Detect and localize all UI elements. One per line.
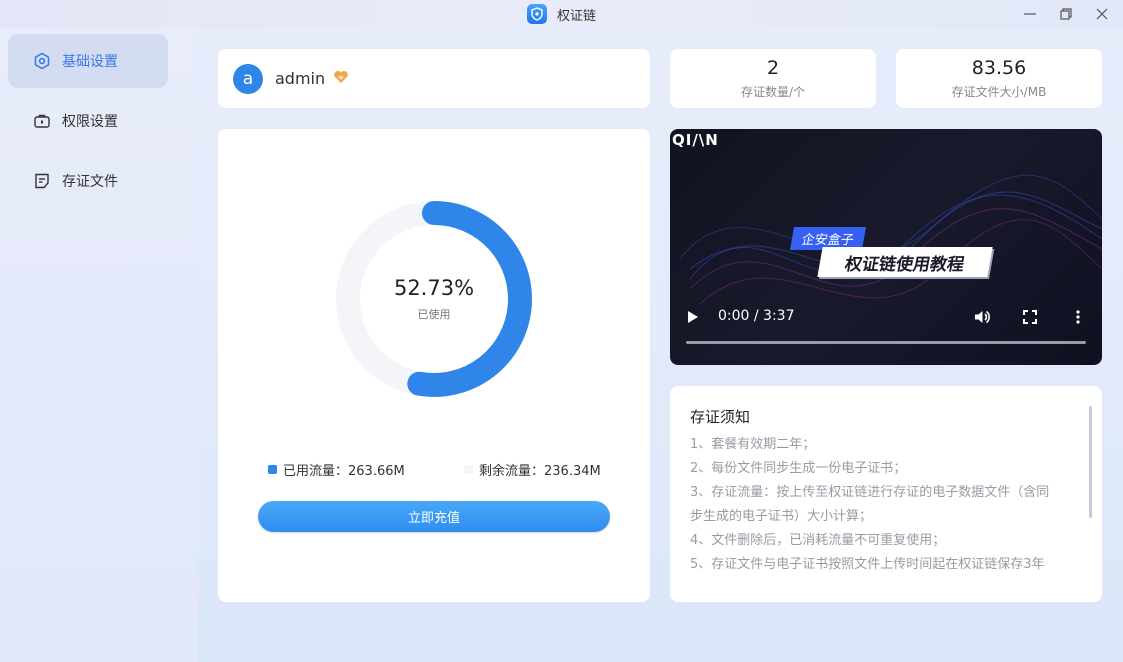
legend-swatch-remaining — [464, 465, 473, 474]
more-options-icon[interactable] — [1070, 309, 1086, 325]
legend-swatch-used — [268, 465, 277, 474]
notice-item: 4、文件删除后，已消耗流量不可重复使用； — [690, 533, 946, 548]
stat-card-evidence-count: 2 存证数量/个 — [670, 49, 876, 108]
notice-card: 存证须知 1、套餐有效期二年； 2、每份文件同步生成一份电子证书； 3、存证流量… — [670, 386, 1102, 602]
shield-app-icon — [526, 4, 547, 24]
tutorial-video-player[interactable]: QI/\N 企安盒子 权证链使用教程 0:00 / 3:37 — [670, 129, 1102, 365]
stat-label: 存证文件大小/MB — [951, 85, 1047, 99]
notice-scrollbar[interactable] — [1089, 406, 1092, 518]
maximize-icon[interactable] — [1053, 2, 1079, 26]
sidebar-item-label: 存证文件 — [62, 174, 118, 190]
sidebar-item-label: 权限设置 — [62, 114, 118, 130]
fullscreen-icon[interactable] — [1022, 309, 1038, 325]
main-content: a admin 2 存证数量/个 83.56 存证文件大小/MB 52.73% … — [198, 28, 1123, 662]
recharge-button[interactable]: 立即充值 — [258, 501, 610, 532]
sidebar-item-basic-settings[interactable]: 基础设置 — [8, 34, 168, 88]
notice-item: 3、存证流量：按上传至权证链进行存证的电子数据文件（含同 — [690, 485, 1050, 500]
close-icon[interactable] — [1089, 2, 1115, 26]
user-card: a admin — [218, 49, 650, 108]
video-time: 0:00 / 3:37 — [718, 308, 795, 324]
notice-title: 存证须知 — [690, 408, 751, 426]
heart-badge-icon — [333, 69, 349, 88]
usage-percent-label: 已使用 — [417, 308, 451, 321]
stat-value: 83.56 — [971, 57, 1027, 79]
sidebar-item-evidence-files[interactable]: 存证文件 — [8, 154, 168, 208]
title-bar: 权证链 — [0, 0, 1123, 28]
legend-remaining: 剩余流量：236.34M — [464, 460, 601, 479]
usage-card: 52.73% 已使用 已用流量：263.66M 剩余流量：236.34M 立即充… — [218, 129, 650, 602]
donut-center: 52.73% 已使用 — [334, 199, 534, 399]
sidebar: 基础设置 权限设置 存证文件 — [0, 28, 198, 662]
video-progress-bar[interactable] — [686, 341, 1086, 344]
play-icon[interactable] — [686, 309, 700, 325]
video-controls: 0:00 / 3:37 — [670, 299, 1102, 335]
document-icon — [32, 171, 52, 191]
briefcase-lock-icon — [32, 111, 52, 131]
stat-card-file-size: 83.56 存证文件大小/MB — [896, 49, 1102, 108]
minimize-icon[interactable] — [1017, 2, 1043, 26]
notice-item: 步生成的电子证书）大小计算； — [690, 509, 873, 524]
legend-remaining-label: 剩余流量：236.34M — [479, 464, 601, 479]
settings-hexagon-icon — [32, 51, 52, 71]
username: admin — [275, 69, 326, 88]
notice-item: 2、每份文件同步生成一份电子证书； — [690, 461, 907, 476]
sidebar-item-permission-settings[interactable]: 权限设置 — [8, 94, 168, 148]
sidebar-item-label: 基础设置 — [62, 54, 118, 70]
avatar: a — [233, 63, 263, 94]
notice-item: 5、存证文件与电子证书按照文件上传时间起在权证链保存3年 — [690, 557, 1045, 572]
stat-value: 2 — [766, 57, 780, 79]
legend-used-label: 已用流量：263.66M — [283, 464, 405, 479]
video-brand-logo: QI/\N — [672, 131, 719, 149]
volume-icon[interactable] — [973, 308, 991, 326]
stat-label: 存证数量/个 — [740, 85, 806, 99]
notice-item: 1、套餐有效期二年； — [690, 437, 816, 452]
window-title: 权证链 — [556, 8, 596, 24]
usage-percent: 52.73% — [393, 276, 475, 300]
legend-used: 已用流量：263.66M — [268, 460, 405, 479]
video-banner-title: 权证链使用教程 — [817, 247, 993, 277]
